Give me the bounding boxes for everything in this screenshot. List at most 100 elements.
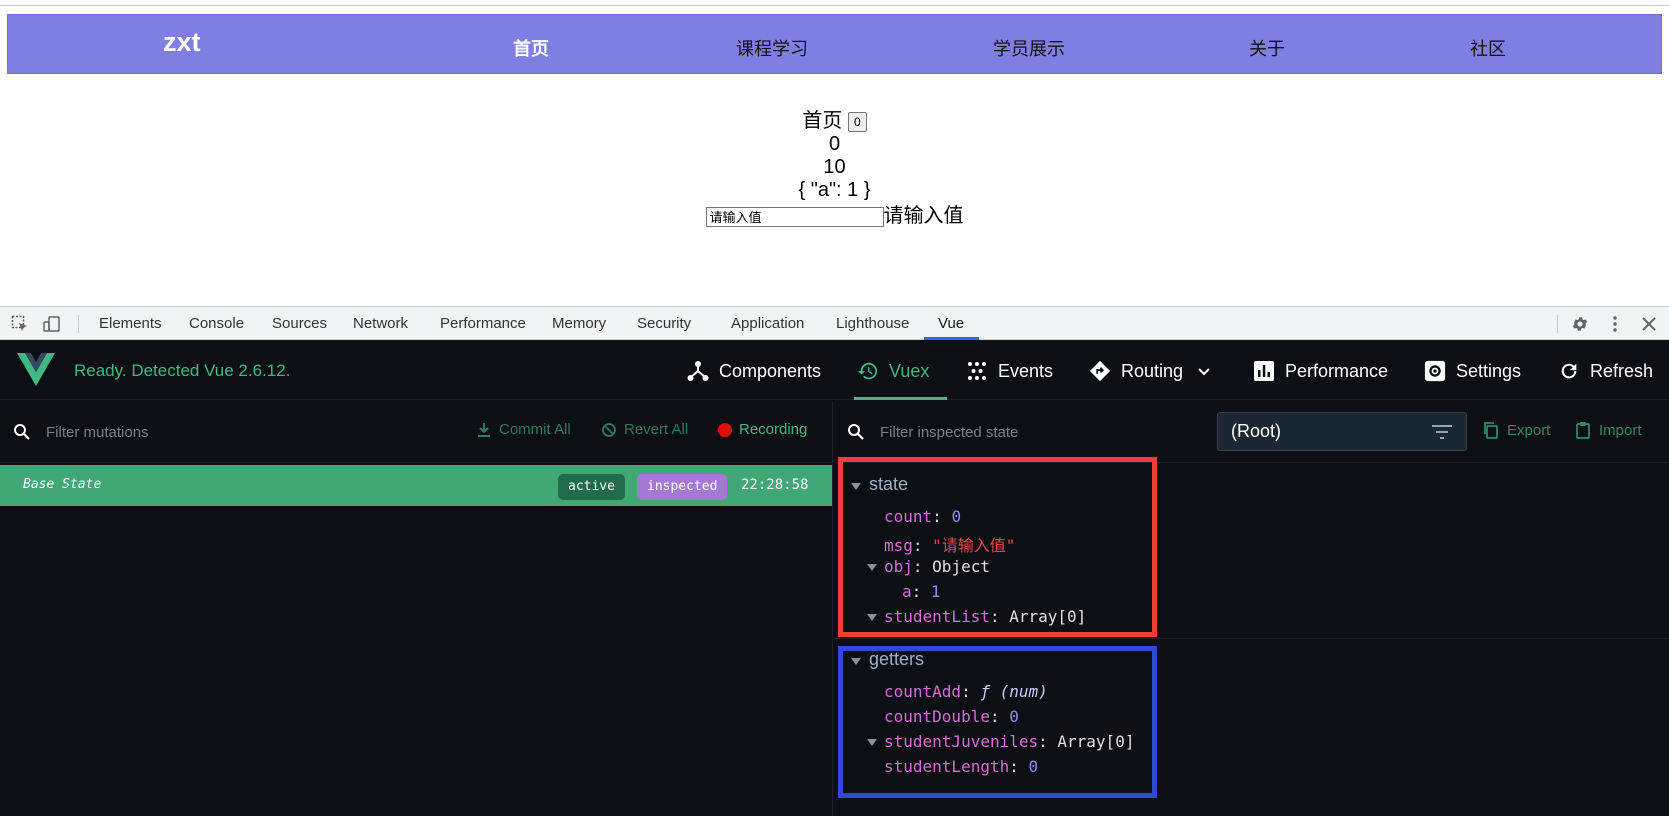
settings-gear-icon (1424, 360, 1446, 382)
tab-sources[interactable]: Sources (272, 315, 327, 332)
inspected-badge: inspected (637, 474, 728, 500)
count-value[interactable]: 0 (951, 507, 961, 526)
components-icon (687, 360, 709, 382)
state-section-title[interactable]: state (869, 474, 908, 495)
state-studentlist-row: studentList: Array[0] (884, 607, 1087, 626)
tab-network[interactable]: Network (353, 315, 408, 332)
obj-type: Object (932, 557, 990, 576)
refresh-button[interactable]: Refresh (1558, 358, 1653, 384)
state-expand-icon[interactable] (851, 483, 861, 490)
search-icon (846, 422, 866, 442)
tab-security[interactable]: Security (637, 315, 691, 332)
tabbar-separator-right (1557, 315, 1558, 333)
vue-status-text: Ready. Detected Vue 2.6.12. (74, 361, 291, 380)
devtools-tabbar: Elements Console Sources Network Perform… (0, 306, 1669, 340)
nav-link-home[interactable]: 首页 (513, 35, 549, 61)
filter-mutations-input[interactable] (46, 419, 446, 445)
tab-console[interactable]: Console (189, 315, 244, 332)
studentlist-expand-icon[interactable] (867, 614, 877, 621)
recording-toggle[interactable]: Recording (718, 421, 807, 438)
counter-button[interactable]: 0 (847, 111, 867, 132)
state-inspector-pane: (Root) Export Import state count: 0 (834, 401, 1669, 816)
vuex-label: Vuex (889, 360, 930, 381)
filter-state-input[interactable] (880, 419, 1180, 445)
nav-link-courses[interactable]: 课程学习 (736, 35, 808, 61)
download-icon (478, 422, 490, 437)
getter-countadd-row: countAdd: ƒ (num) (884, 682, 1048, 701)
getter-studentlength-row: studentLength: 0 (884, 757, 1039, 776)
studentjuveniles-key: studentJuveniles (884, 732, 1039, 751)
refresh-label: Refresh (1590, 360, 1654, 381)
tab-memory[interactable]: Memory (552, 315, 606, 332)
getter-studentjuveniles-row: studentJuveniles: Array[0] (884, 732, 1135, 751)
obj-expand-icon[interactable] (867, 564, 877, 571)
gear-icon[interactable] (1571, 315, 1589, 333)
history-icon (857, 360, 879, 382)
tabbar-separator (78, 315, 79, 333)
msg-echo: 请输入值 (883, 205, 964, 227)
tab-lighthouse[interactable]: Lighthouse (836, 315, 909, 332)
module-select-value: (Root) (1231, 421, 1282, 441)
tab-elements[interactable]: Elements (99, 315, 162, 332)
components-label: Components (719, 360, 822, 381)
countadd-value: ƒ (num) (980, 682, 1048, 701)
site-brand[interactable]: zxt (163, 27, 201, 58)
home-title-row: 首页 0 (0, 110, 1669, 133)
routing-button[interactable]: Routing (1089, 358, 1215, 384)
settings-button[interactable]: Settings (1424, 358, 1521, 384)
components-button[interactable]: Components (687, 358, 821, 384)
state-obj-row: obj: Object (884, 557, 990, 576)
block-icon (602, 422, 616, 437)
refresh-icon (1558, 360, 1580, 382)
vuex-active-indicator (854, 397, 947, 400)
state-count-row: count: 0 (884, 507, 962, 526)
performance-button[interactable]: Performance (1253, 358, 1388, 384)
inspect-element-icon[interactable] (11, 315, 29, 333)
events-button[interactable]: Events (966, 358, 1053, 384)
countadd-key: countAdd (884, 682, 962, 701)
studentjuveniles-type: Array[0] (1057, 732, 1135, 751)
routing-label: Routing (1121, 360, 1184, 381)
obj-key: obj (884, 557, 913, 576)
tab-vue[interactable]: Vue (938, 315, 964, 332)
bar-chart-icon (1253, 360, 1275, 382)
studentlist-key: studentList (884, 607, 990, 626)
studentlength-value: 0 (1028, 757, 1039, 776)
import-button[interactable]: Import (1574, 421, 1642, 439)
close-icon[interactable] (1640, 315, 1658, 333)
vuex-button[interactable]: Vuex (857, 358, 929, 384)
msg-value[interactable]: "请输入值" (932, 536, 1015, 555)
state-obj-a-row: a: 1 (902, 582, 941, 601)
msg-input[interactable] (705, 206, 884, 227)
count-key: count (884, 507, 933, 526)
revert-all-button[interactable]: Revert All (601, 421, 688, 438)
export-button[interactable]: Export (1482, 421, 1550, 439)
timestamp: 22:28:58 (741, 477, 809, 493)
copy-icon (1484, 422, 1498, 439)
vue-devtools-header: Ready. Detected Vue 2.6.12. Components V… (0, 340, 1669, 400)
settings-label: Settings (1456, 360, 1522, 381)
getters-section-title[interactable]: getters (869, 649, 924, 670)
getters-expand-icon[interactable] (851, 658, 861, 665)
nav-link-about[interactable]: 关于 (1249, 35, 1285, 61)
events-label: Events (998, 360, 1054, 381)
a-value[interactable]: 1 (931, 582, 941, 601)
device-toolbar-icon[interactable] (43, 315, 61, 333)
count-text: 0 (828, 133, 841, 155)
vue-logo-icon (17, 353, 55, 387)
page-title: 首页 (802, 110, 843, 132)
a-key: a (902, 582, 912, 601)
vue-devtools-panel: Ready. Detected Vue 2.6.12. Components V… (0, 340, 1669, 816)
chevron-down-icon (1193, 360, 1215, 382)
tab-application[interactable]: Application (731, 315, 804, 332)
module-select[interactable]: (Root) (1217, 412, 1467, 451)
studentjuveniles-expand-icon[interactable] (867, 739, 877, 746)
base-state-row[interactable]: Base State active inspected 22:28:58 (0, 465, 832, 506)
obj-text: { "a": 1 } (798, 179, 871, 201)
mutations-pane: Commit All Revert All Recording Base Sta… (0, 401, 833, 816)
more-options-icon[interactable] (1606, 315, 1624, 333)
nav-link-community[interactable]: 社区 (1470, 35, 1506, 61)
nav-link-students[interactable]: 学员展示 (993, 35, 1065, 61)
tab-performance[interactable]: Performance (440, 315, 526, 332)
commit-all-button[interactable]: Commit All (476, 421, 571, 438)
